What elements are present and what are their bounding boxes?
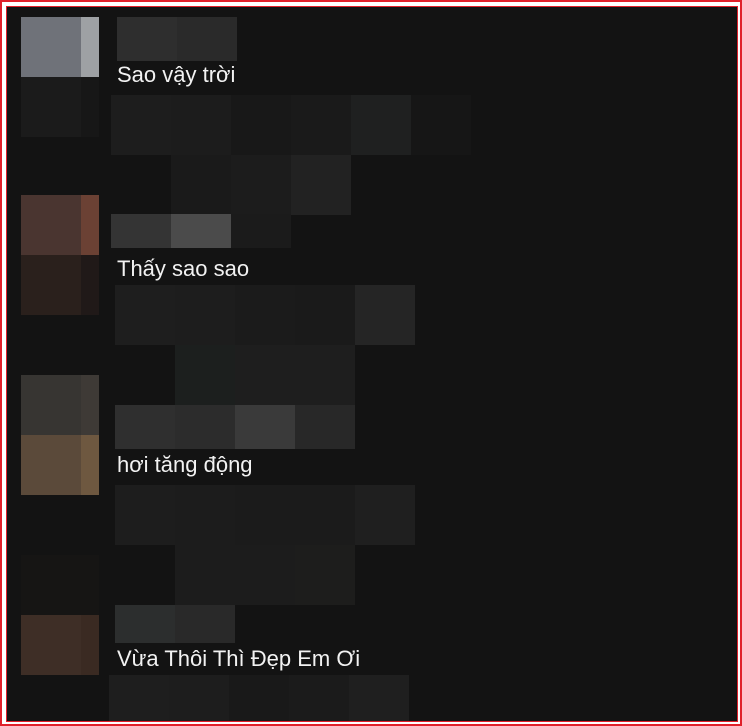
comment-text: Thấy sao sao: [117, 256, 250, 281]
comment-text: hơi tăng động: [117, 452, 253, 477]
commenter-name-blurred[interactable]: [115, 605, 235, 643]
comment-actions-blurred: [115, 285, 415, 405]
comment-actions-blurred: [115, 485, 415, 605]
avatar[interactable]: [21, 615, 99, 721]
commenter-name-blurred[interactable]: [115, 405, 355, 449]
comment-actions-blurred: [109, 675, 409, 721]
blurred-region: [21, 555, 99, 615]
comment-text: Vừa Thôi Thì Đẹp Em Ơi: [117, 646, 361, 671]
screenshot-frame: Sao vậy trời Thấy sao sao hơi tăng động …: [0, 0, 742, 726]
comment-text: Sao vậy trời: [117, 62, 236, 87]
commenter-name-blurred[interactable]: [111, 214, 291, 248]
avatar[interactable]: [21, 195, 99, 315]
avatar[interactable]: [21, 17, 99, 137]
commenter-name-blurred[interactable]: [117, 17, 237, 61]
comment-thread: Sao vậy trời Thấy sao sao hơi tăng động …: [6, 6, 738, 722]
avatar[interactable]: [21, 375, 99, 495]
comment-actions-blurred: [111, 95, 471, 215]
